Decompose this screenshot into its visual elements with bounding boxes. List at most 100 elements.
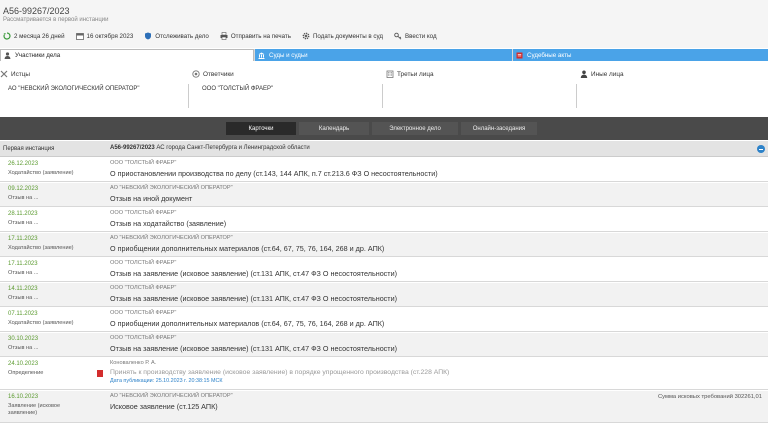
event-party: ООО "ТОЛСТЫЙ ФРАЕР" (110, 210, 177, 216)
event-title[interactable]: О приостановлении производства по делу (… (110, 169, 438, 178)
event-type: Отзыв на ... (8, 270, 39, 276)
event-party: АО "НЕВСКИЙ ЭКОЛОГИЧЕСКИЙ ОПЕРАТОР" (110, 235, 233, 241)
event-row[interactable]: 30.10.2023 Отзыв на ... ООО "ТОЛСТЫЙ ФРА… (0, 333, 768, 357)
print-label: Отправить на печать (230, 32, 291, 40)
instance-info: А56-99267/2023 АС города Санкт-Петербург… (110, 145, 310, 151)
enter-code-label: Ввести код (404, 32, 437, 40)
third-parties-column: Третьи лица (386, 62, 576, 114)
event-title[interactable]: Отзыв на ходатайство (заявление) (110, 219, 226, 228)
event-type: Заявление (исковое заявление) (8, 403, 61, 416)
event-title[interactable]: Отзыв на заявление (исковое заявление) (… (110, 294, 397, 303)
view-switcher-bar: Карточки Календарь Электронное дело Онла… (0, 117, 768, 140)
event-title[interactable]: Исковое заявление (ст.125 АПК) (110, 402, 218, 411)
tab-courts[interactable]: Суды и судьи (255, 49, 512, 61)
publication-date: Дата публикации: 25.10.2023 г. 20:38:15 … (110, 378, 223, 384)
defendants-column: Ответчики ООО "ТОЛСТЫЙ ФРАЕР" (192, 62, 382, 114)
tab-participants[interactable]: Участники дела (0, 49, 254, 61)
tab-participants-label: Участники дела (15, 52, 61, 59)
person-icon (580, 70, 588, 78)
defendants-header: Ответчики (192, 70, 234, 78)
event-title[interactable]: О приобщении дополнительных материалов (… (110, 319, 384, 328)
event-row[interactable]: 07.11.2023 Ходатайство (заявление) ООО "… (0, 308, 768, 332)
plaintiff-name[interactable]: АО "НЕВСКИЙ ЭКОЛОГИЧЕСКИЙ ОПЕРАТОР" (8, 86, 140, 92)
pdf-icon[interactable] (97, 370, 103, 377)
submit-documents-button[interactable]: Подать документы в суд (302, 32, 383, 40)
print-button[interactable]: Отправить на печать (220, 32, 291, 40)
event-party: ООО "ТОЛСТЫЙ ФРАЕР" (110, 335, 177, 341)
duration-text: 2 месяца 26 дней (14, 32, 65, 40)
timer-icon (3, 32, 11, 40)
event-date: 16.10.2023 (8, 394, 39, 400)
third-parties-header: Третьи лица (386, 70, 434, 78)
tab-acts[interactable]: Судебные акты (513, 49, 768, 61)
tab-bar: Участники дела Суды и судьи Судебные акт… (0, 49, 768, 61)
column-divider (576, 84, 577, 108)
other-persons-label: Иные лица (591, 70, 624, 78)
duration-item: 2 месяца 26 дней (3, 32, 65, 40)
person-icon (4, 52, 11, 59)
defendant-name[interactable]: ООО "ТОЛСТЫЙ ФРАЕР" (202, 86, 273, 92)
instance-court: АС города Санкт-Петербурга и Ленинградск… (156, 145, 310, 151)
event-party: Коноваленко Р. А. (110, 360, 157, 366)
event-type: Определение (8, 370, 44, 376)
view-online-hearings-button[interactable]: Онлайн-заседания (461, 122, 537, 135)
event-party: ООО "ТОЛСТЫЙ ФРАЕР" (110, 160, 177, 166)
case-number: А56-99267/2023 (3, 6, 70, 16)
view-cards-button[interactable]: Карточки (226, 122, 296, 135)
event-date: 26.12.2023 (8, 161, 39, 167)
event-title[interactable]: Принять к производству заявление (исково… (110, 369, 449, 376)
instance-title: Первая инстанция (3, 146, 55, 152)
tab-acts-label: Судебные акты (527, 51, 572, 59)
parties-panel: Истцы АО "НЕВСКИЙ ЭКОЛОГИЧЕСКИЙ ОПЕРАТОР… (0, 62, 768, 114)
plaintiffs-header: Истцы (0, 70, 30, 78)
collapse-icon[interactable] (757, 145, 765, 153)
event-date: 17.11.2023 (8, 261, 38, 267)
date-text: 16 октября 2023 (86, 32, 134, 40)
event-type: Отзыв на ... (8, 295, 39, 301)
event-row[interactable]: 28.11.2023 Отзыв на ... ООО "ТОЛСТЫЙ ФРА… (0, 208, 768, 232)
view-electronic-case-button[interactable]: Электронное дело (372, 122, 458, 135)
event-type: Ходатайство (заявление) (8, 320, 74, 326)
track-case-button[interactable]: Отслеживать дело (144, 32, 209, 40)
event-title[interactable]: Отзыв на заявление (исковое заявление) (… (110, 269, 397, 278)
event-date: 30.10.2023 (8, 336, 39, 342)
case-header: А56-99267/2023 Рассматривается в первой … (0, 0, 768, 48)
plaintiffs-column: Истцы АО "НЕВСКИЙ ЭКОЛОГИЧЕСКИЙ ОПЕРАТОР… (0, 62, 190, 114)
case-status: Рассматривается в первой инстанции (3, 17, 109, 23)
event-date: 17.11.2023 (8, 236, 38, 242)
courthouse-icon (258, 52, 265, 59)
event-row[interactable]: 16.10.2023 Заявление (исковое заявление)… (0, 391, 768, 423)
event-party: ООО "ТОЛСТЫЙ ФРАЕР" (110, 260, 177, 266)
event-row[interactable]: 17.11.2023 Отзыв на ... ООО "ТОЛСТЫЙ ФРА… (0, 258, 768, 282)
event-title[interactable]: Отзыв на заявление (исковое заявление) (… (110, 344, 397, 353)
defendant-icon (192, 70, 200, 78)
event-party: ООО "ТОЛСТЫЙ ФРАЕР" (110, 310, 177, 316)
event-row[interactable]: 24.10.2023 Определение Коноваленко Р. А.… (0, 358, 768, 390)
event-date: 24.10.2023 (8, 361, 39, 367)
event-type: Отзыв на ... (8, 195, 39, 201)
event-row[interactable]: 09.12.2023 Отзыв на ... АО "НЕВСКИЙ ЭКОЛ… (0, 183, 768, 207)
key-icon (394, 32, 402, 40)
other-persons-header: Иные лица (580, 70, 624, 78)
building-icon (386, 70, 394, 78)
event-row[interactable]: 17.11.2023 Ходатайство (заявление) АО "Н… (0, 233, 768, 257)
view-calendar-button[interactable]: Календарь (299, 122, 369, 135)
event-type: Ходатайство (заявление) (8, 245, 74, 251)
claim-amount: Сумма исковых требований 302261,01 (657, 394, 762, 400)
instance-header[interactable]: Первая инстанция А56-99267/2023 АС город… (0, 141, 768, 157)
event-type: Отзыв на ... (8, 345, 39, 351)
enter-code-button[interactable]: Ввести код (394, 32, 437, 40)
event-date: 14.11.2023 (8, 286, 38, 292)
track-case-label: Отслеживать дело (155, 32, 209, 40)
event-date: 28.11.2023 (8, 211, 38, 217)
event-type: Ходатайство (заявление) (8, 170, 74, 176)
event-title[interactable]: Отзыв на иной документ (110, 194, 192, 203)
event-row[interactable]: 26.12.2023 Ходатайство (заявление) ООО "… (0, 158, 768, 182)
event-row[interactable]: 14.11.2023 Отзыв на ... ООО "ТОЛСТЫЙ ФРА… (0, 283, 768, 307)
plaintiffs-label: Истцы (11, 70, 30, 78)
other-persons-column: Иные лица (580, 62, 768, 114)
event-party: ООО "ТОЛСТЫЙ ФРАЕР" (110, 285, 177, 291)
submit-documents-label: Подать документы в суд (312, 32, 383, 40)
event-party: АО "НЕВСКИЙ ЭКОЛОГИЧЕСКИЙ ОПЕРАТОР" (110, 185, 233, 191)
event-title[interactable]: О приобщении дополнительных материалов (… (110, 244, 384, 253)
